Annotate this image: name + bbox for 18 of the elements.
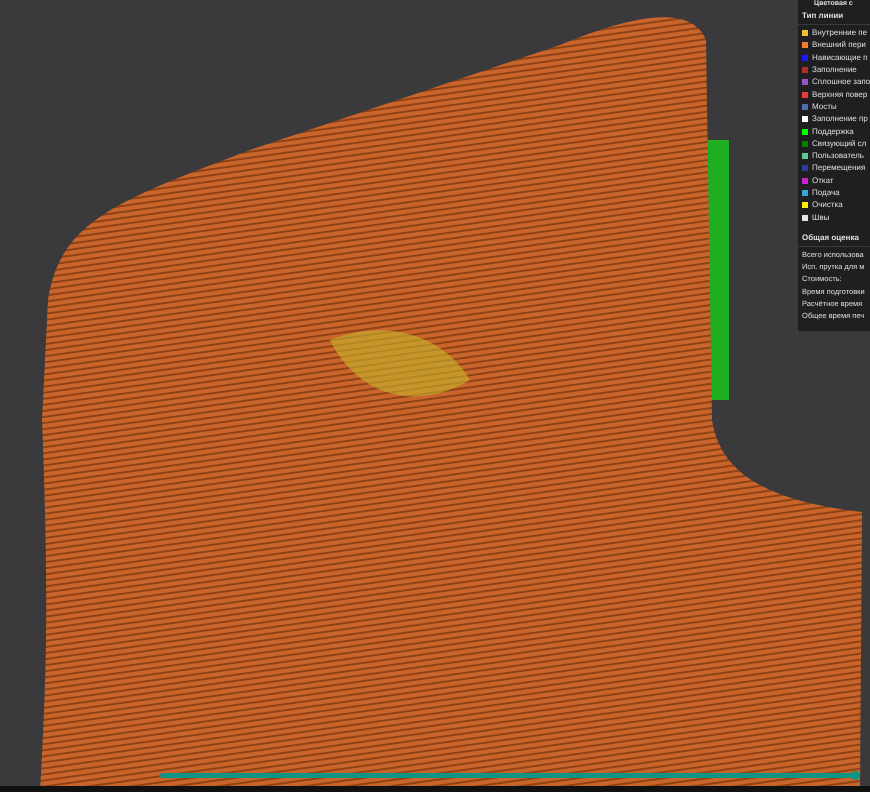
legend-label: Подача (812, 187, 840, 199)
legend-label: Откат (812, 174, 834, 187)
legend-label: Сплошное запо (812, 76, 870, 88)
legend-label: Швы (812, 212, 830, 224)
legend-label: Перемещения (812, 162, 866, 174)
legend-header: Тип линии (801, 10, 844, 22)
legend-label: Заполнение пр (812, 113, 868, 126)
legend-label: Пользователь (812, 150, 864, 162)
legend-label: Мосты (812, 100, 837, 113)
legend-label: Нависающие п (812, 52, 868, 64)
legend-label: Заполнение (812, 64, 857, 76)
legend-label: Внешний пери (812, 39, 866, 52)
summary-header: Общая оценка (801, 232, 860, 244)
legend-label: Связующий сл (812, 138, 866, 150)
legend-label: Поддержка (812, 126, 854, 138)
legend-label: Внутренние пе (812, 27, 868, 40)
legend-label: Верхняя повер (812, 88, 868, 101)
legend-label: Очистка (812, 199, 843, 212)
